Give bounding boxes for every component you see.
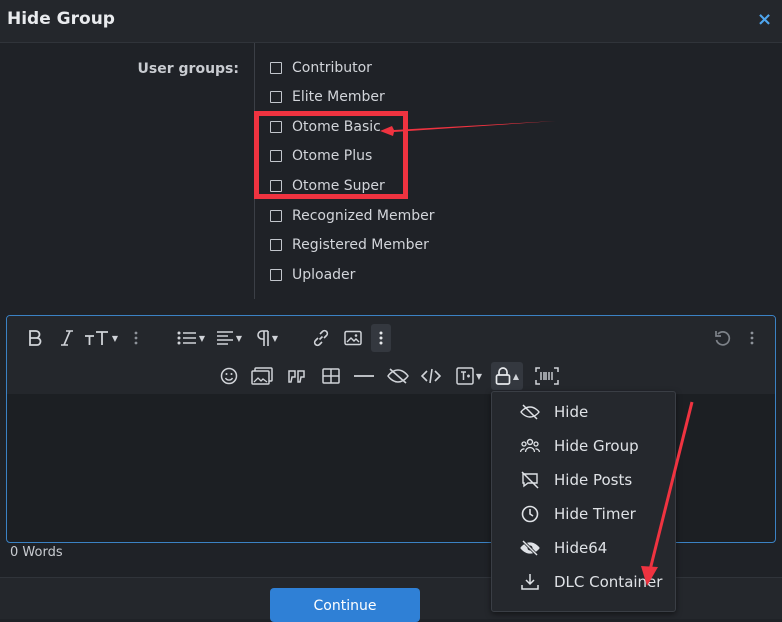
editor-toolbar-main: ▼ ▼ ▼ ▼ — [7, 316, 775, 358]
barcode-icon[interactable] — [533, 362, 561, 390]
checkbox-label: Uploader — [292, 267, 356, 283]
image-icon[interactable] — [341, 324, 365, 352]
checkbox-box[interactable] — [270, 210, 282, 222]
editor-toolbar-extra: ▼ ▲ — [7, 358, 775, 394]
clock-icon — [520, 504, 540, 524]
checkbox-box[interactable] — [270, 269, 282, 281]
checkbox-contributor[interactable]: Contributor — [270, 57, 510, 79]
menu-item-label: Hide Timer — [554, 505, 636, 523]
menu-item-label: DLC Container — [554, 573, 663, 591]
eye-slash-icon — [520, 538, 540, 558]
checkbox-uploader[interactable]: Uploader — [270, 264, 510, 286]
checkbox-box[interactable] — [270, 91, 282, 103]
code-icon[interactable] — [419, 362, 443, 390]
download-icon — [520, 572, 540, 592]
checkbox-registered-member[interactable]: Registered Member — [270, 234, 510, 256]
undo-icon[interactable] — [711, 324, 735, 352]
checkbox-elite-member[interactable]: Elite Member — [270, 86, 510, 108]
checkbox-label: Registered Member — [292, 237, 429, 253]
users-icon — [520, 436, 540, 456]
more-vertical-icon[interactable] — [371, 324, 391, 352]
hide-dropdown-menu: Hide Hide Group Hide Posts Hide Timer Hi… — [491, 391, 676, 612]
annotation-highlight-box — [254, 111, 408, 199]
word-count: 0 Words — [10, 545, 63, 560]
checkbox-label: Elite Member — [292, 89, 385, 105]
close-icon[interactable]: × — [757, 9, 772, 30]
menu-item-hide64[interactable]: Hide64 — [492, 531, 675, 565]
smiley-icon[interactable] — [217, 362, 241, 390]
lock-icon[interactable]: ▲ — [491, 362, 523, 390]
menu-item-hide-posts[interactable]: Hide Posts — [492, 463, 675, 497]
menu-item-hide-group[interactable]: Hide Group — [492, 429, 675, 463]
align-icon[interactable]: ▼ — [211, 324, 247, 352]
menu-item-hide-timer[interactable]: Hide Timer — [492, 497, 675, 531]
label-column: User groups: — [0, 43, 255, 299]
menu-item-label: Hide64 — [554, 539, 608, 557]
menu-item-label: Hide Posts — [554, 471, 633, 489]
checkbox-recognized-member[interactable]: Recognized Member — [270, 205, 510, 227]
checkbox-box[interactable] — [270, 62, 282, 74]
user-groups-label: User groups: — [137, 61, 239, 77]
table-icon[interactable] — [319, 362, 343, 390]
more-vertical-icon[interactable] — [131, 324, 141, 352]
insert-icon[interactable]: ▼ — [451, 362, 487, 390]
list-icon[interactable]: ▼ — [173, 324, 209, 352]
more-vertical-icon[interactable] — [747, 324, 757, 352]
media-icon[interactable] — [249, 362, 275, 390]
menu-item-label: Hide — [554, 403, 589, 421]
checkbox-label: Contributor — [292, 60, 372, 76]
menu-item-dlc-container[interactable]: DLC Container — [492, 565, 675, 599]
comment-slash-icon — [520, 470, 540, 490]
italic-icon[interactable] — [55, 324, 79, 352]
continue-button[interactable]: Continue — [270, 588, 420, 622]
horizontal-rule-icon[interactable] — [351, 362, 377, 390]
quote-icon[interactable] — [285, 362, 309, 390]
paragraph-icon[interactable]: ▼ — [251, 324, 283, 352]
dialog-header: Hide Group × — [0, 0, 782, 43]
menu-item-hide[interactable]: Hide — [492, 395, 675, 429]
spoiler-icon[interactable] — [385, 362, 411, 390]
bold-icon[interactable] — [23, 324, 47, 352]
checkbox-label: Recognized Member — [292, 208, 435, 224]
text-size-icon[interactable]: ▼ — [83, 324, 119, 352]
checkbox-box[interactable] — [270, 239, 282, 251]
link-icon[interactable] — [309, 324, 333, 352]
menu-item-label: Hide Group — [554, 437, 639, 455]
eye-slash-icon — [520, 402, 540, 422]
dialog-title: Hide Group — [7, 9, 115, 29]
